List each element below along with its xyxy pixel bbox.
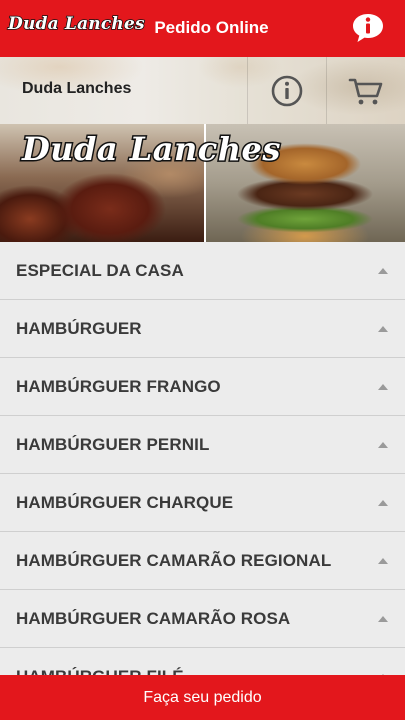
store-info-button[interactable] bbox=[248, 57, 326, 124]
caret-up-icon bbox=[378, 326, 388, 332]
category-label: HAMBÚRGUER bbox=[16, 318, 142, 338]
page-title: Pedido Online bbox=[154, 18, 269, 37]
category-list: ESPECIAL DA CASA HAMBÚRGUER HAMBÚRGUER F… bbox=[0, 242, 405, 675]
caret-up-icon bbox=[378, 558, 388, 564]
category-hamburguer-camarao-regional[interactable]: HAMBÚRGUER CAMARÃO REGIONAL bbox=[0, 532, 405, 590]
category-label: HAMBÚRGUER CHARQUE bbox=[16, 492, 234, 512]
category-label: HAMBÚRGUER FILÉ bbox=[16, 667, 184, 676]
caret-up-icon bbox=[378, 616, 388, 622]
caret-up-icon bbox=[378, 268, 388, 274]
info-icon bbox=[271, 75, 303, 106]
category-label: ESPECIAL DA CASA bbox=[16, 260, 184, 280]
caret-up-icon bbox=[378, 500, 388, 506]
banner-logo: Duda Lanches bbox=[21, 129, 282, 170]
caret-up-icon bbox=[378, 442, 388, 448]
category-label: HAMBÚRGUER FRANGO bbox=[16, 376, 221, 396]
category-label: HAMBÚRGUER CAMARÃO ROSA bbox=[16, 608, 291, 628]
category-especial-da-casa[interactable]: ESPECIAL DA CASA bbox=[0, 242, 405, 300]
category-hamburguer[interactable]: HAMBÚRGUER bbox=[0, 300, 405, 358]
place-order-button[interactable]: Faça seu pedido bbox=[0, 675, 405, 720]
store-banner: Duda Lanches bbox=[0, 124, 405, 242]
info-chat-icon[interactable] bbox=[351, 12, 385, 44]
category-hamburguer-file[interactable]: HAMBÚRGUER FILÉ bbox=[0, 648, 405, 675]
caret-up-icon bbox=[378, 384, 388, 390]
category-hamburguer-pernil[interactable]: HAMBÚRGUER PERNIL bbox=[0, 416, 405, 474]
category-hamburguer-charque[interactable]: HAMBÚRGUER CHARQUE bbox=[0, 474, 405, 532]
category-hamburguer-camarao-rosa[interactable]: HAMBÚRGUER CAMARÃO ROSA bbox=[0, 590, 405, 648]
place-order-label: Faça seu pedido bbox=[143, 688, 262, 706]
cart-icon bbox=[348, 78, 383, 104]
category-hamburguer-frango[interactable]: HAMBÚRGUER FRANGO bbox=[0, 358, 405, 416]
store-name: Duda Lanches bbox=[22, 80, 132, 97]
cart-button[interactable] bbox=[327, 57, 405, 124]
category-label: HAMBÚRGUER PERNIL bbox=[16, 434, 210, 454]
store-info-bar: Duda Lanches bbox=[0, 57, 405, 124]
category-label: HAMBÚRGUER CAMARÃO REGIONAL bbox=[16, 550, 332, 570]
app-header: Duda Lanches Pedido Online bbox=[0, 0, 405, 57]
